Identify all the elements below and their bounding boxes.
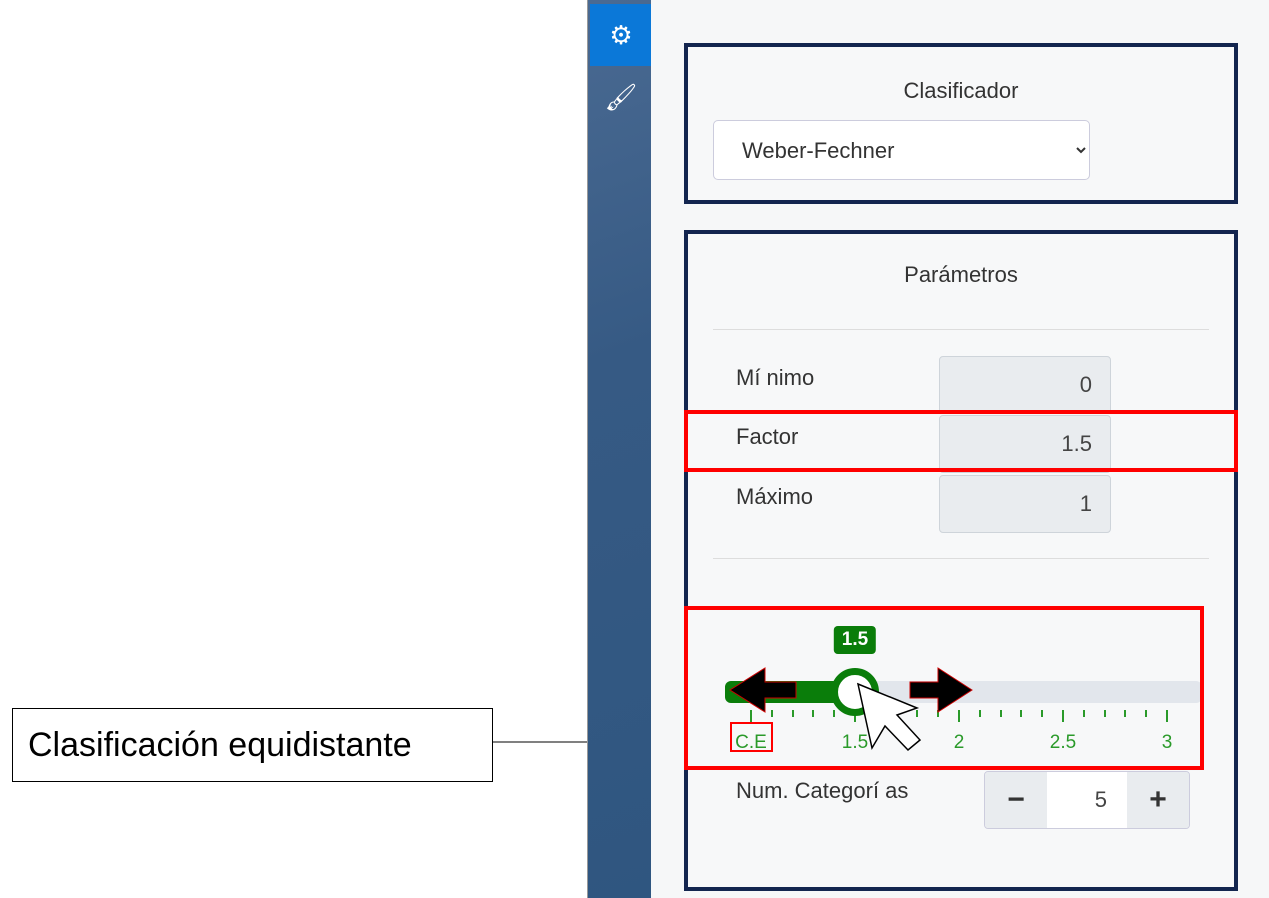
arrow-left-icon	[729, 667, 797, 713]
min-input[interactable]: 0	[939, 356, 1111, 414]
min-label: Mí nimo	[736, 365, 815, 390]
categories-input[interactable]: 5	[1047, 772, 1127, 828]
arrow-right-icon	[909, 667, 973, 713]
classifier-title: Clasificador	[903, 78, 1019, 103]
classifier-select[interactable]: Weber-Fechner	[713, 120, 1090, 180]
divider	[713, 558, 1209, 559]
gears-icon[interactable]: ⚙	[590, 4, 652, 66]
params-title: Parámetros	[904, 262, 1018, 287]
annotation-text: Clasificación equidistante	[28, 725, 412, 764]
arrows-and-cursor	[729, 667, 973, 752]
max-label: Máximo	[736, 484, 814, 509]
params-box: Parámetros Mí nimo 0 Factor 1.5 Máximo 1…	[684, 230, 1238, 891]
increment-button[interactable]: +	[1127, 772, 1189, 828]
factor-highlight	[684, 410, 1238, 472]
decrement-button[interactable]: −	[985, 772, 1047, 828]
classifier-box: Clasificador Weber-Fechner	[684, 43, 1238, 204]
categories-stepper: − 5 +	[984, 771, 1190, 829]
divider	[713, 329, 1209, 330]
sidebar: ⚙ 🖌	[587, 0, 652, 898]
brush-icon[interactable]: 🖌	[590, 66, 652, 128]
annotation-callout: Clasificación equidistante	[12, 708, 493, 782]
max-input[interactable]: 1	[939, 475, 1111, 533]
categories-label: Num. Categorí as	[736, 778, 909, 803]
